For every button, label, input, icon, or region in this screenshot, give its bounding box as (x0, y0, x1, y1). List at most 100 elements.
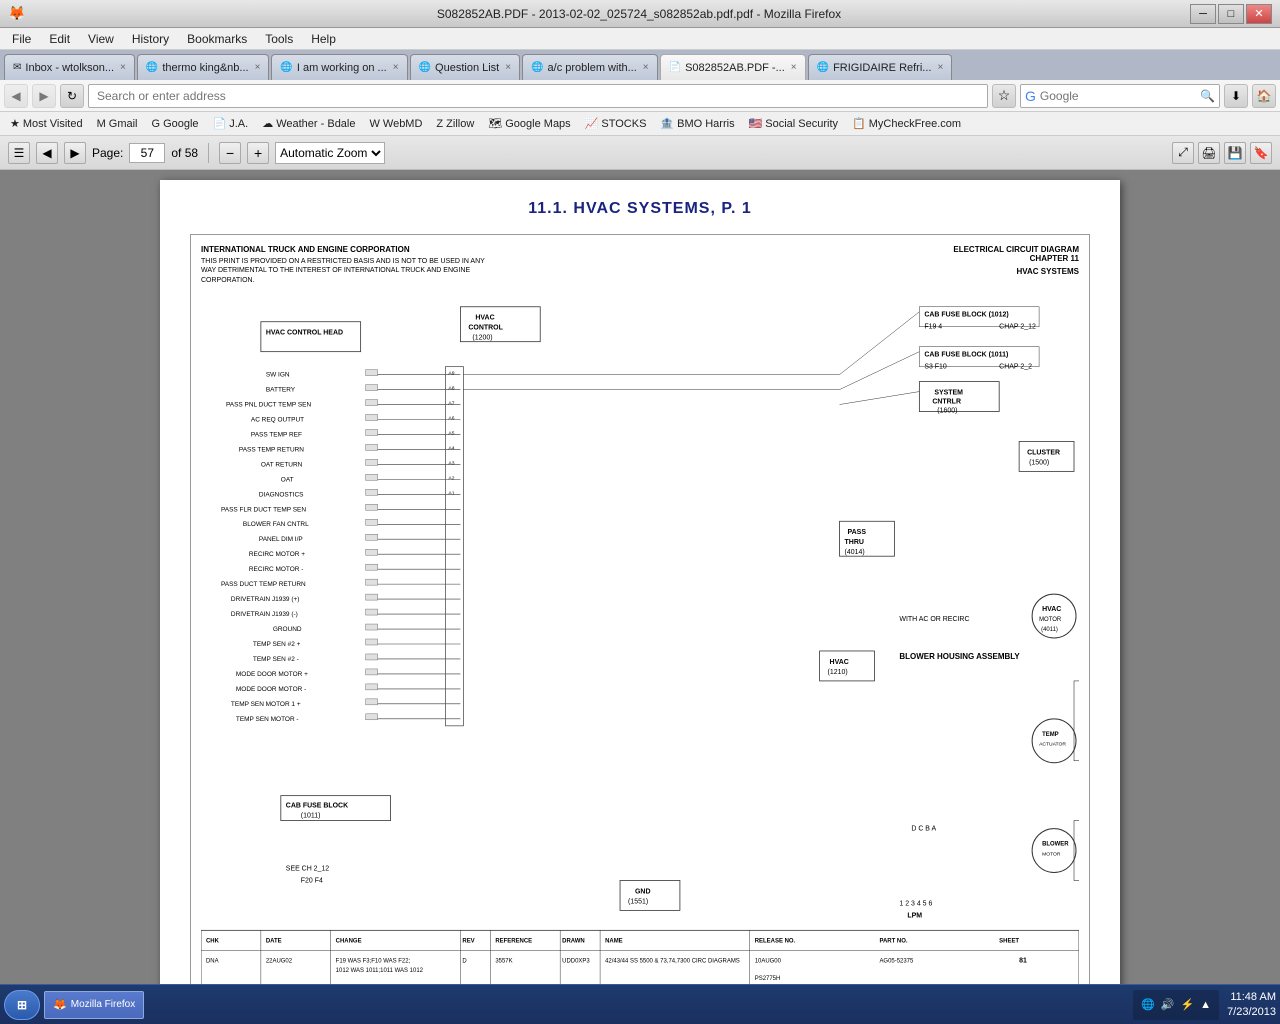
svg-text:DATE: DATE (266, 938, 282, 944)
svg-text:A3: A3 (448, 460, 454, 466)
svg-text:OAT: OAT (281, 476, 294, 483)
bookmark-7[interactable]: 🗺Google Maps (482, 115, 576, 132)
tabsbar: ✉Inbox - wtolkson...×🌐thermo king&nb...×… (0, 50, 1280, 80)
svg-text:CNTRLR: CNTRLR (932, 398, 961, 405)
svg-text:GND: GND (635, 888, 651, 895)
address-bar-input[interactable] (88, 84, 988, 108)
svg-text:GROUND: GROUND (273, 626, 302, 633)
bookmark-star-button[interactable]: ☆ (992, 84, 1016, 108)
svg-text:A6: A6 (448, 415, 454, 421)
menubar-item-bookmarks[interactable]: Bookmarks (179, 30, 255, 48)
menubar-item-file[interactable]: File (4, 30, 39, 48)
pdf-page-input[interactable] (129, 143, 165, 163)
pdf-print-button[interactable]: 🖨 (1198, 142, 1220, 164)
svg-text:CAB FUSE BLOCK (1012): CAB FUSE BLOCK (1012) (924, 311, 1008, 318)
browser-tab-5[interactable]: 📄S082852AB.PDF -...× (660, 54, 806, 80)
bookmark-icon-11: 📋 (852, 117, 866, 130)
tab-close-4[interactable]: × (643, 62, 649, 73)
browser-tab-6[interactable]: 🌐FRIGIDAIRE Refri...× (808, 54, 953, 80)
tab-close-1[interactable]: × (255, 62, 261, 73)
svg-text:3557K: 3557K (495, 958, 512, 964)
bookmark-label-7: Google Maps (505, 118, 570, 130)
pdf-fullscreen-button[interactable]: ⤢ (1172, 142, 1194, 164)
pdf-page-label: Page: (92, 146, 123, 160)
svg-text:UDD0XP3: UDD0XP3 (562, 958, 590, 964)
pdf-zoom-in-button[interactable]: + (247, 142, 269, 164)
pdf-page: 11.1. HVAC SYSTEMS, P. 1 INTERNATIONAL T… (160, 180, 1120, 984)
pdf-nav-next-button[interactable]: ▶ (64, 142, 86, 164)
browser-tab-4[interactable]: 🌐a/c problem with...× (522, 54, 658, 80)
browser-tab-2[interactable]: 🌐I am working on ...× (271, 54, 407, 80)
tab-close-2[interactable]: × (393, 62, 399, 73)
forward-button[interactable]: ▶ (32, 84, 56, 108)
bookmark-5[interactable]: WWebMD (364, 116, 429, 132)
pdf-content[interactable]: 11.1. HVAC SYSTEMS, P. 1 INTERNATIONAL T… (0, 170, 1280, 984)
home-button[interactable]: 🏠 (1252, 84, 1276, 108)
pdf-zoom-out-button[interactable]: − (219, 142, 241, 164)
tray-arrow-icon[interactable]: ▲ (1200, 999, 1211, 1011)
back-button[interactable]: ◀ (4, 84, 28, 108)
close-button[interactable]: ✕ (1246, 4, 1272, 24)
taskbar: ⊞ ⊞ Start 🦊 Mozilla Firefox 🌐 🔊 ⚡ ▲ 11:4… (0, 984, 1280, 1024)
pdf-save-button[interactable]: 💾 (1224, 142, 1246, 164)
svg-text:A4: A4 (448, 445, 454, 451)
tab-label-2: I am working on ... (297, 62, 387, 74)
menubar-item-help[interactable]: Help (303, 30, 344, 48)
svg-text:BLOWER HOUSING ASSEMBLY: BLOWER HOUSING ASSEMBLY (899, 652, 1020, 661)
browser-tab-0[interactable]: ✉Inbox - wtolkson...× (4, 54, 135, 80)
pdf-nav-sidebar-button[interactable]: ☰ (8, 142, 30, 164)
svg-text:HVAC: HVAC (475, 314, 494, 321)
taskbar-firefox-item[interactable]: 🦊 Mozilla Firefox (44, 991, 144, 1019)
titlebar: 🦊 S082852AB.PDF - 2013-02-02_025724_s082… (0, 0, 1280, 28)
menubar-item-tools[interactable]: Tools (257, 30, 301, 48)
search-input[interactable] (1040, 89, 1196, 103)
addressbar: ◀ ▶ ↻ ☆ G 🔍 ⬇ 🏠 (0, 80, 1280, 112)
bookmark-4[interactable]: ☁Weather - Bdale (256, 115, 361, 132)
svg-text:MOTOR: MOTOR (1042, 851, 1061, 857)
svg-text:F19 WAS F3;F10 WAS F22;: F19 WAS F3;F10 WAS F22; (336, 958, 411, 964)
bookmark-2[interactable]: GGoogle (146, 116, 205, 132)
bookmark-3[interactable]: 📄J.A. (207, 115, 255, 132)
tab-close-3[interactable]: × (505, 62, 511, 73)
tab-label-3: Question List (435, 62, 499, 74)
bookmark-10[interactable]: 🇺🇸Social Security (743, 115, 844, 132)
bookmark-0[interactable]: ★Most Visited (4, 115, 89, 132)
tab-close-5[interactable]: × (791, 62, 797, 73)
circuit-diagram-svg: CAB FUSE BLOCK (1012) CHAP 2_12 F19 4 CA… (201, 291, 1079, 984)
download-button[interactable]: ⬇ (1224, 84, 1248, 108)
minimize-button[interactable]: ─ (1190, 4, 1216, 24)
bookmark-label-5: WebMD (383, 118, 423, 130)
bookmark-6[interactable]: ZZillow (430, 116, 480, 132)
firefox-taskbar-icon: 🦊 (53, 998, 67, 1011)
bookmark-8[interactable]: 📈STOCKS (579, 115, 653, 132)
bookmark-label-1: Gmail (109, 118, 138, 130)
svg-text:REFERENCE: REFERENCE (495, 938, 532, 944)
svg-text:(1551): (1551) (628, 898, 648, 905)
refresh-button[interactable]: ↻ (60, 84, 84, 108)
browser-tab-1[interactable]: 🌐thermo king&nb...× (137, 54, 270, 80)
pdf-nav-prev-button[interactable]: ◀ (36, 142, 58, 164)
bookmark-icon-8: 📈 (585, 117, 599, 130)
bookmark-11[interactable]: 📋MyCheckFree.com (846, 115, 967, 132)
bookmark-1[interactable]: MGmail (91, 116, 144, 132)
bookmark-label-10: Social Security (765, 118, 838, 130)
bookmark-label-8: STOCKS (601, 118, 646, 130)
pdf-bookmark-button[interactable]: 🔖 (1250, 142, 1272, 164)
start-button[interactable]: ⊞ ⊞ Start (4, 990, 40, 1020)
svg-text:CHAP 2_2: CHAP 2_2 (999, 363, 1032, 370)
menubar: FileEditViewHistoryBookmarksToolsHelp (0, 28, 1280, 50)
bookmark-9[interactable]: 🏦BMO Harris (654, 115, 740, 132)
browser-tab-3[interactable]: 🌐Question List× (410, 54, 521, 80)
tab-close-6[interactable]: × (937, 62, 943, 73)
menubar-item-edit[interactable]: Edit (41, 30, 78, 48)
maximize-button[interactable]: □ (1218, 4, 1244, 24)
menubar-item-view[interactable]: View (80, 30, 122, 48)
pdf-zoom-select[interactable]: Automatic Zoom 50% 75% 100% 125% 150% 20… (275, 142, 385, 164)
tab-favicon-1: 🌐 (146, 62, 158, 73)
svg-text:BLOWER FAN CNTRL: BLOWER FAN CNTRL (243, 521, 309, 528)
svg-text:SW IGN: SW IGN (266, 371, 290, 378)
bookmark-icon-4: ☁ (262, 117, 273, 130)
tab-close-0[interactable]: × (120, 62, 126, 73)
svg-text:TEMP SEN #2 +: TEMP SEN #2 + (253, 641, 301, 648)
menubar-item-history[interactable]: History (124, 30, 177, 48)
